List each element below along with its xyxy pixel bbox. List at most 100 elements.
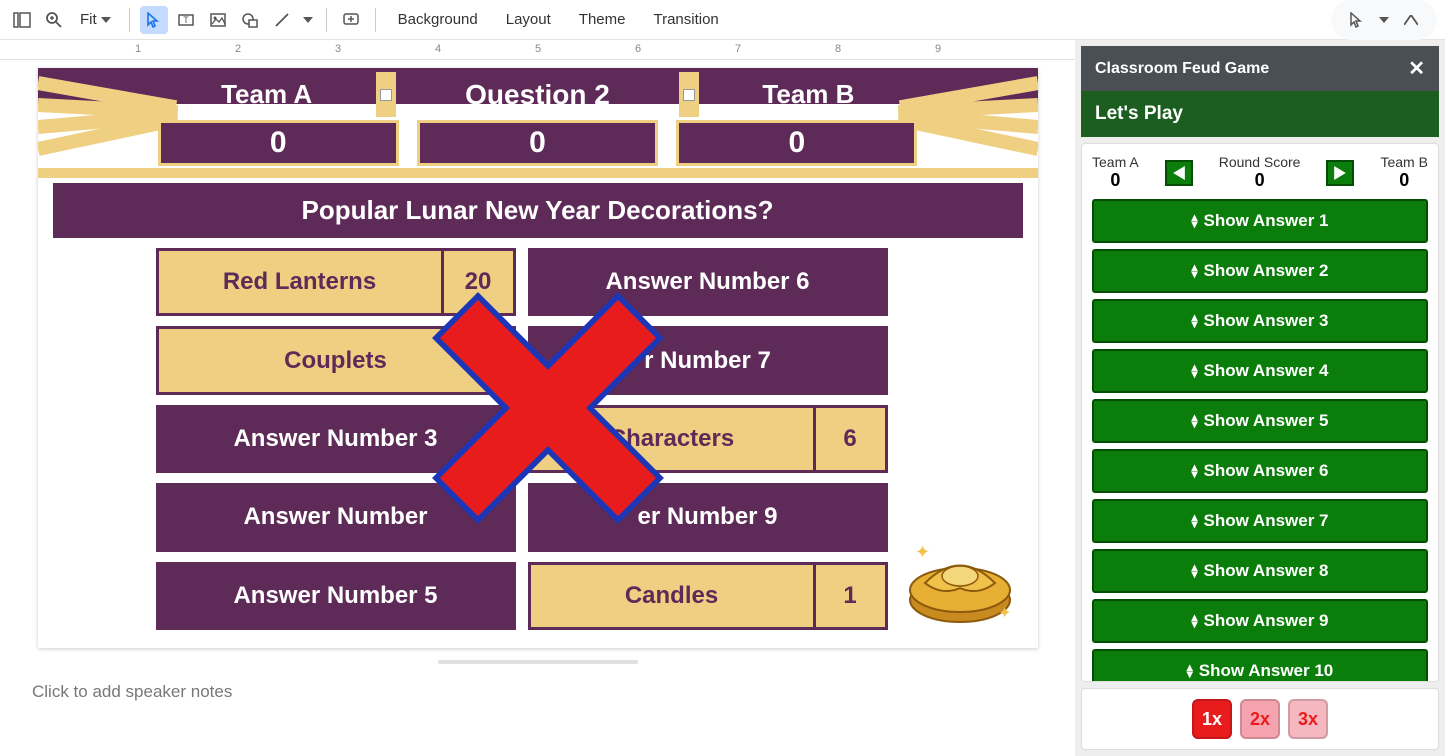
toolbar: Fit T Background Layout Theme Transition	[0, 0, 1445, 40]
chevron-down-icon	[101, 17, 111, 23]
ruler-tick: 3	[335, 43, 341, 55]
svg-text:T: T	[183, 15, 189, 25]
show-answer-button[interactable]: ▴▾ Show Answer 8	[1092, 549, 1428, 593]
answer-text: Candles	[531, 565, 813, 627]
zoom-icon[interactable]	[40, 6, 68, 34]
show-answer-button[interactable]: ▴▾ Show Answer 6	[1092, 449, 1428, 493]
expand-icon: ▴▾	[1191, 614, 1197, 628]
expand-icon: ▴▾	[1191, 464, 1197, 478]
show-answer-label: Show Answer 8	[1204, 561, 1329, 581]
separator	[375, 8, 376, 32]
assign-right-button[interactable]	[1326, 160, 1354, 186]
answer-box: Answer Number 5	[156, 562, 516, 630]
strike-1x-button[interactable]: 1x	[1192, 699, 1232, 739]
canvas-area: 123456789	[0, 40, 1075, 756]
slide[interactable]: Team A Question 2 Team B 0 0 0 Popular L…	[38, 68, 1038, 648]
strike-x-overlay	[408, 268, 688, 548]
zoom-value: Fit	[80, 11, 97, 28]
show-answer-label: Show Answer 2	[1204, 261, 1329, 281]
transition-button[interactable]: Transition	[641, 5, 730, 34]
expand-icon: ▴▾	[1191, 214, 1197, 228]
panel-team-a-label: Team A	[1092, 154, 1139, 170]
question-number: Question 2	[396, 72, 680, 117]
show-answer-label: Show Answer 9	[1204, 611, 1329, 631]
ruler-tick: 8	[835, 43, 841, 55]
collapse-icon[interactable]	[1397, 6, 1425, 34]
show-answer-label: Show Answer 1	[1204, 211, 1329, 231]
show-answer-button[interactable]: ▴▾ Show Answer 10	[1092, 649, 1428, 682]
image-tool-icon[interactable]	[204, 6, 232, 34]
panel-team-b-label: Team B	[1380, 154, 1427, 170]
line-tool-icon[interactable]	[268, 6, 296, 34]
answer-points: 6	[813, 408, 885, 470]
expand-icon: ▴▾	[1191, 514, 1197, 528]
ruler-tick: 9	[935, 43, 941, 55]
ruler-tick: 7	[735, 43, 741, 55]
show-answer-button[interactable]: ▴▾ Show Answer 1	[1092, 199, 1428, 243]
ruler-tick: 1	[135, 43, 141, 55]
ruler-tick: 6	[635, 43, 641, 55]
assign-left-button[interactable]	[1165, 160, 1193, 186]
filmstrip-toggle-icon[interactable]	[8, 6, 36, 34]
horizontal-ruler: 123456789	[0, 40, 1075, 60]
show-answer-button[interactable]: ▴▾ Show Answer 9	[1092, 599, 1428, 643]
svg-text:✦: ✦	[998, 605, 1011, 622]
expand-icon: ▴▾	[1191, 314, 1197, 328]
show-answer-label: Show Answer 6	[1204, 461, 1329, 481]
panel-header: Classroom Feud Game ✕	[1081, 46, 1439, 91]
show-answer-button[interactable]: ▴▾Show Answer 5	[1092, 399, 1428, 443]
show-answer-label: Show Answer 7	[1204, 511, 1329, 531]
layout-button[interactable]: Layout	[494, 5, 563, 34]
panel-team-b-score: 0	[1380, 170, 1427, 191]
speaker-notes[interactable]: Click to add speaker notes	[12, 664, 1063, 720]
show-answer-button[interactable]: ▴▾Show Answer 2	[1092, 249, 1428, 293]
show-answer-label: Show Answer 4	[1204, 361, 1329, 381]
score-controls: Team A 0 Round Score 0 Team B 0	[1092, 154, 1428, 191]
zoom-select[interactable]: Fit	[72, 7, 119, 32]
close-icon[interactable]: ✕	[1408, 56, 1425, 81]
ruler-tick: 5	[535, 43, 541, 55]
panel-title: Classroom Feud Game	[1095, 60, 1269, 78]
strike-buttons: 1x 2x 3x	[1081, 688, 1439, 750]
separator	[326, 8, 327, 32]
panel-subtitle: Let's Play	[1081, 91, 1439, 137]
answer-text: Red Lanterns	[159, 251, 441, 313]
svg-text:✦: ✦	[915, 542, 930, 562]
background-button[interactable]: Background	[386, 5, 490, 34]
theme-button[interactable]: Theme	[567, 5, 638, 34]
team-a-label: Team A	[158, 72, 376, 117]
textbox-tool-icon[interactable]: T	[172, 6, 200, 34]
expand-icon: ▴▾	[1187, 664, 1193, 678]
strike-2x-button[interactable]: 2x	[1240, 699, 1280, 739]
answer-box: Candles1	[528, 562, 888, 630]
round-score: 0	[417, 120, 658, 166]
team-b-label: Team B	[699, 72, 917, 117]
panel-round-score: 0	[1219, 170, 1301, 191]
chevron-down-icon[interactable]	[1379, 17, 1389, 23]
show-answer-label: Show Answer 10	[1199, 661, 1333, 681]
expand-icon: ▴▾	[1191, 364, 1197, 378]
line-dropdown-icon[interactable]	[300, 6, 316, 34]
expand-icon: ▴▾	[1191, 564, 1197, 578]
panel-round-label: Round Score	[1219, 154, 1301, 170]
show-answer-button[interactable]: ▴▾ Show Answer 7	[1092, 499, 1428, 543]
question-text: Popular Lunar New Year Decorations?	[53, 183, 1023, 238]
slide-viewport: Team A Question 2 Team B 0 0 0 Popular L…	[0, 60, 1075, 756]
addon-sidebar: Classroom Feud Game ✕ Let's Play Team A …	[1075, 40, 1445, 756]
show-answer-label: Show Answer 5	[1204, 411, 1329, 431]
team-a-score: 0	[158, 120, 399, 166]
show-answer-button[interactable]: ▴▾ Show Answer 4	[1092, 349, 1428, 393]
strike-3x-button[interactable]: 3x	[1288, 699, 1328, 739]
shape-tool-icon[interactable]	[236, 6, 264, 34]
show-answer-label: Show Answer 3	[1204, 311, 1329, 331]
gold-ingot-image: ✦ ✦	[900, 528, 1020, 628]
answer-points: 1	[813, 565, 885, 627]
panel-team-a-score: 0	[1092, 170, 1139, 191]
team-b-score: 0	[676, 120, 917, 166]
answer-text: Answer Number 5	[159, 565, 513, 627]
pointer-mode-icon[interactable]	[1343, 6, 1371, 34]
select-tool-icon[interactable]	[140, 6, 168, 34]
add-comment-icon[interactable]	[337, 6, 365, 34]
separator	[129, 8, 130, 32]
show-answer-button[interactable]: ▴▾ Show Answer 3	[1092, 299, 1428, 343]
